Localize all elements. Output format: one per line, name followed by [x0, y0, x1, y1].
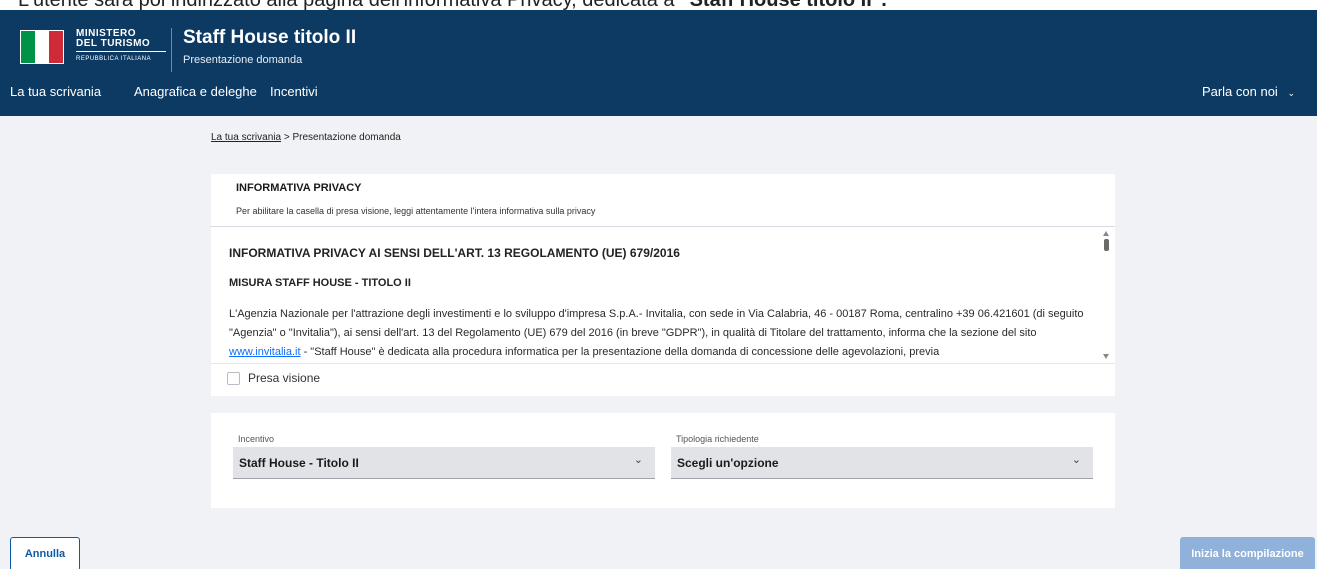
privacy-body-part1: L'Agenzia Nazionale per l'attrazione deg…	[229, 308, 1084, 339]
incentivo-field: Incentivo Staff House - Titolo II ⌄	[233, 434, 655, 479]
incentivo-label: Incentivo	[238, 434, 275, 444]
invitalia-link[interactable]: www.invitalia.it	[229, 346, 301, 358]
tipologia-select[interactable]: Scegli un'opzione ⌄	[671, 447, 1093, 479]
breadcrumb: La tua scrivania > Presentazione domanda	[211, 132, 401, 143]
italian-flag-logo[interactable]	[20, 30, 64, 64]
privacy-doc-subtitle: MISURA STAFF HOUSE - TITOLO II	[229, 277, 411, 289]
scroll-up-arrow-icon[interactable]	[1103, 231, 1109, 236]
ministry-line3: REPUBBLICA ITALIANA	[76, 56, 152, 62]
breadcrumb-current: Presentazione domanda	[292, 132, 401, 143]
breadcrumb-link-scrivania[interactable]: La tua scrivania	[211, 132, 281, 143]
incentivo-select[interactable]: Staff House - Titolo II ⌄	[233, 447, 655, 479]
chevron-down-icon: ⌄	[633, 454, 643, 466]
header-divider	[171, 28, 172, 72]
app-title: Staff House titolo II	[183, 27, 357, 48]
tipologia-value: Scegli un'opzione	[677, 456, 779, 470]
breadcrumb-separator: >	[283, 132, 290, 143]
nav-item-parla-con-noi[interactable]: Parla con noi ⌄	[1202, 84, 1295, 99]
cancel-button[interactable]: Annulla	[10, 537, 80, 569]
nav-item-incentivi[interactable]: Incentivi	[270, 84, 318, 99]
chevron-down-icon: ⌄	[1071, 454, 1081, 466]
scrollbar-thumb[interactable]	[1104, 239, 1109, 251]
chevron-down-icon: ⌄	[1287, 88, 1295, 98]
parla-con-noi-label: Parla con noi	[1201, 84, 1278, 99]
presa-visione-row[interactable]: Presa visione	[227, 371, 320, 385]
app-header: MINISTERO DEL TURISMO REPUBBLICA ITALIAN…	[0, 10, 1317, 116]
app-subtitle: Presentazione domanda	[183, 54, 303, 66]
scroll-down-arrow-icon[interactable]	[1103, 354, 1109, 359]
main-nav: La tua scrivania Anagrafica e deleghe In…	[0, 80, 1317, 104]
tipologia-field: Tipologia richiedente Scegli un'opzione …	[671, 434, 1093, 479]
nav-item-scrivania[interactable]: La tua scrivania	[10, 84, 101, 99]
privacy-body-part2: - "Staff House" è dedicata alla procedur…	[300, 346, 940, 358]
main-content: La tua scrivania > Presentazione domanda…	[0, 116, 1317, 569]
privacy-body-text: L'Agenzia Nazionale per l'attrazione deg…	[229, 305, 1091, 362]
privacy-instruction: Per abilitare la casella di presa vision…	[236, 206, 596, 216]
presa-visione-checkbox[interactable]	[227, 371, 240, 385]
privacy-scroll-area[interactable]: INFORMATIVA PRIVACY AI SENSI DELL'ART. 1…	[211, 227, 1115, 364]
presa-visione-label: Presa visione	[248, 371, 321, 385]
ministry-logo-text[interactable]: MINISTERO DEL TURISMO REPUBBLICA ITALIAN…	[76, 29, 166, 64]
privacy-doc-title: INFORMATIVA PRIVACY AI SENSI DELL'ART. 1…	[229, 246, 680, 260]
start-compilation-button[interactable]: Inizia la compilazione	[1180, 537, 1315, 569]
incentivo-value: Staff House - Titolo II	[239, 456, 359, 470]
selection-card: Incentivo Staff House - Titolo II ⌄ Tipo…	[211, 413, 1115, 508]
tipologia-label: Tipologia richiedente	[676, 434, 759, 444]
ministry-line2: DEL TURISMO	[76, 39, 166, 52]
privacy-heading: INFORMATIVA PRIVACY	[236, 182, 362, 194]
nav-item-anagrafica[interactable]: Anagrafica e deleghe	[134, 84, 257, 99]
privacy-card: INFORMATIVA PRIVACY Per abilitare la cas…	[211, 174, 1115, 396]
